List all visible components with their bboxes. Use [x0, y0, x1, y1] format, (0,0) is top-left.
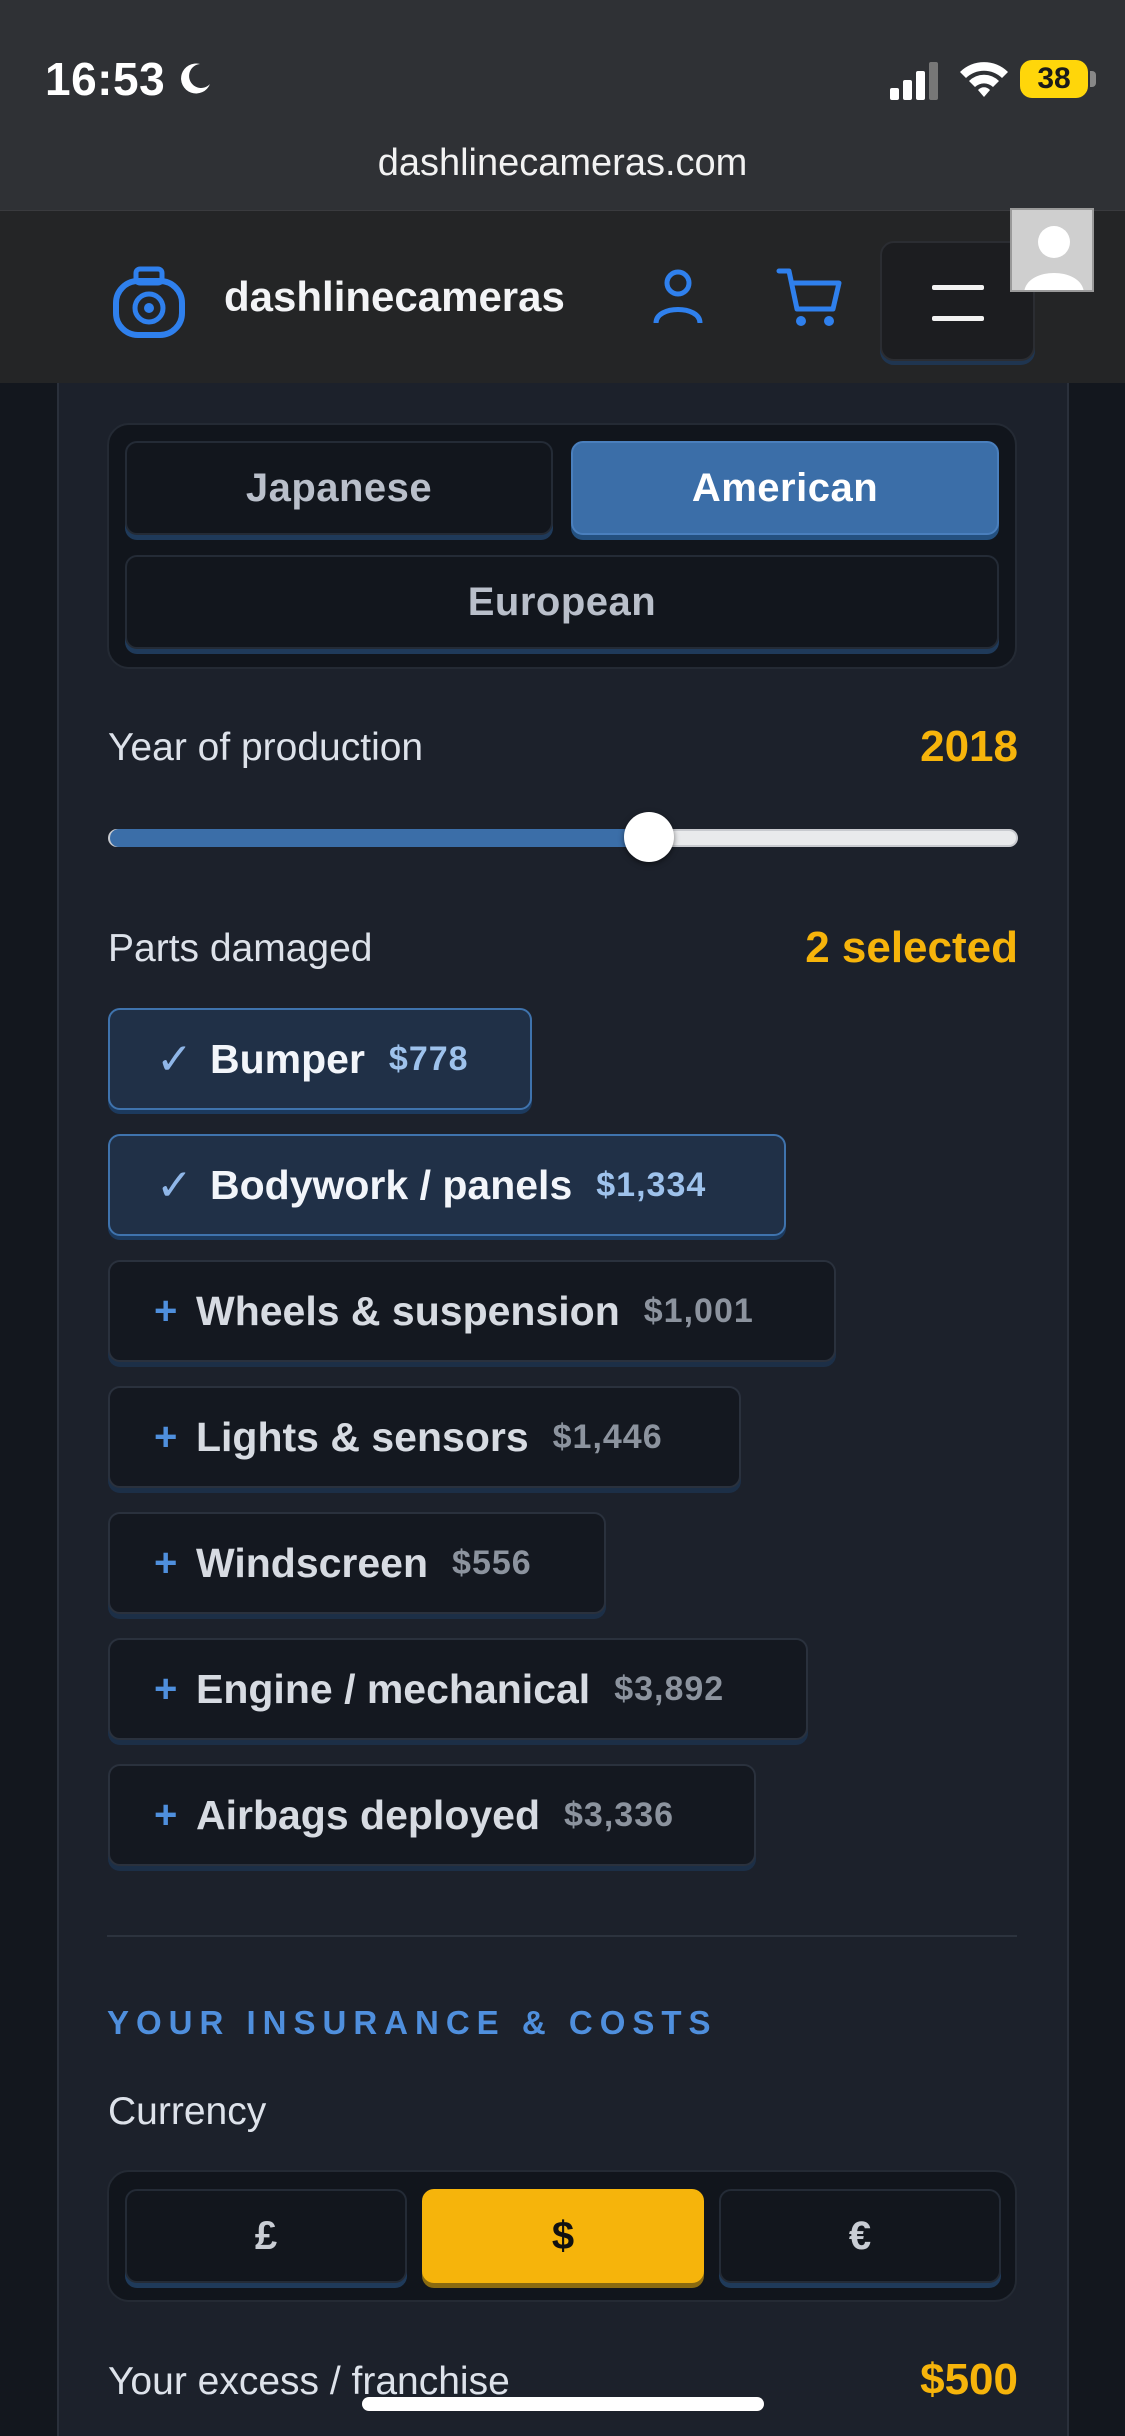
cart-icon[interactable] [775, 263, 845, 333]
check-icon: ✓ [156, 1160, 193, 1210]
plus-icon: + [154, 1666, 178, 1711]
part-name: Bodywork / panels [210, 1161, 573, 1208]
home-indicator [362, 2397, 764, 2411]
plus-icon: + [154, 1792, 178, 1837]
year-slider[interactable] [108, 829, 1018, 847]
wifi-icon [960, 62, 1008, 97]
excess-value: $500 [920, 2355, 1018, 2404]
currency-option-usd[interactable]: $ [422, 2189, 704, 2283]
part-price: $3,892 [614, 1669, 725, 1708]
part-chip[interactable]: + Airbags deployed $3,336 [108, 1764, 756, 1866]
origin-option-european[interactable]: European [125, 555, 999, 649]
part-name: Wheels & suspension [196, 1287, 620, 1334]
plus-icon: + [154, 1540, 178, 1585]
part-chip[interactable]: + Wheels & suspension $1,001 [108, 1260, 836, 1362]
part-price: $1,334 [596, 1165, 707, 1204]
url-bar[interactable]: dashlinecameras.com [0, 142, 1125, 185]
part-chip[interactable]: + Lights & sensors $1,446 [108, 1386, 741, 1488]
status-time: 16:53 [45, 53, 166, 105]
currency-selector: £ $ € [107, 2170, 1017, 2302]
currency-label: Currency [108, 2090, 267, 2133]
battery-nub [1090, 71, 1096, 87]
battery-indicator: 38 [1020, 60, 1088, 98]
moon-icon [181, 63, 210, 94]
parts-label: Parts damaged [108, 927, 373, 970]
signal-icon [890, 62, 938, 100]
year-value: 2018 [920, 722, 1018, 771]
plus-icon: + [154, 1288, 178, 1333]
part-price: $1,446 [552, 1417, 663, 1456]
part-price: $3,336 [564, 1795, 675, 1834]
brand-name[interactable]: dashlinecameras [224, 273, 565, 321]
camera-logo-icon[interactable] [110, 263, 188, 341]
year-label: Year of production [108, 726, 424, 769]
part-name: Lights & sensors [196, 1413, 529, 1460]
origin-option-american[interactable]: American [571, 441, 999, 535]
status-bar: 16:53 38 dashlinecameras.com [0, 0, 1125, 210]
avatar-placeholder-icon [1024, 226, 1084, 290]
origin-option-japanese[interactable]: Japanese [125, 441, 553, 535]
part-name: Windscreen [196, 1539, 429, 1586]
part-price: $556 [452, 1543, 532, 1582]
part-name: Airbags deployed [196, 1791, 541, 1838]
parts-selected-count: 2 selected [805, 923, 1018, 972]
avatar[interactable] [1010, 208, 1094, 292]
currency-option-gbp[interactable]: £ [125, 2189, 407, 2283]
part-name: Bumper [210, 1035, 365, 1082]
user-icon[interactable] [648, 267, 708, 327]
year-slider-fill [110, 829, 651, 847]
site-header: dashlinecameras [0, 210, 1125, 383]
check-icon: ✓ [156, 1034, 193, 1084]
part-chip[interactable]: ✓ Bodywork / panels $1,334 [108, 1134, 786, 1236]
part-chip[interactable]: + Engine / mechanical $3,892 [108, 1638, 808, 1740]
part-price: $1,001 [643, 1291, 754, 1330]
section-divider [107, 1935, 1017, 1937]
plus-icon: + [154, 1414, 178, 1459]
part-name: Engine / mechanical [196, 1665, 591, 1712]
section-title: YOUR INSURANCE & COSTS [107, 2004, 718, 2041]
part-price: $778 [388, 1039, 469, 1078]
currency-option-eur[interactable]: € [719, 2189, 1001, 2283]
part-chip[interactable]: + Windscreen $556 [108, 1512, 606, 1614]
year-slider-thumb[interactable] [624, 812, 674, 862]
part-chip[interactable]: ✓ Bumper $778 [108, 1008, 532, 1110]
